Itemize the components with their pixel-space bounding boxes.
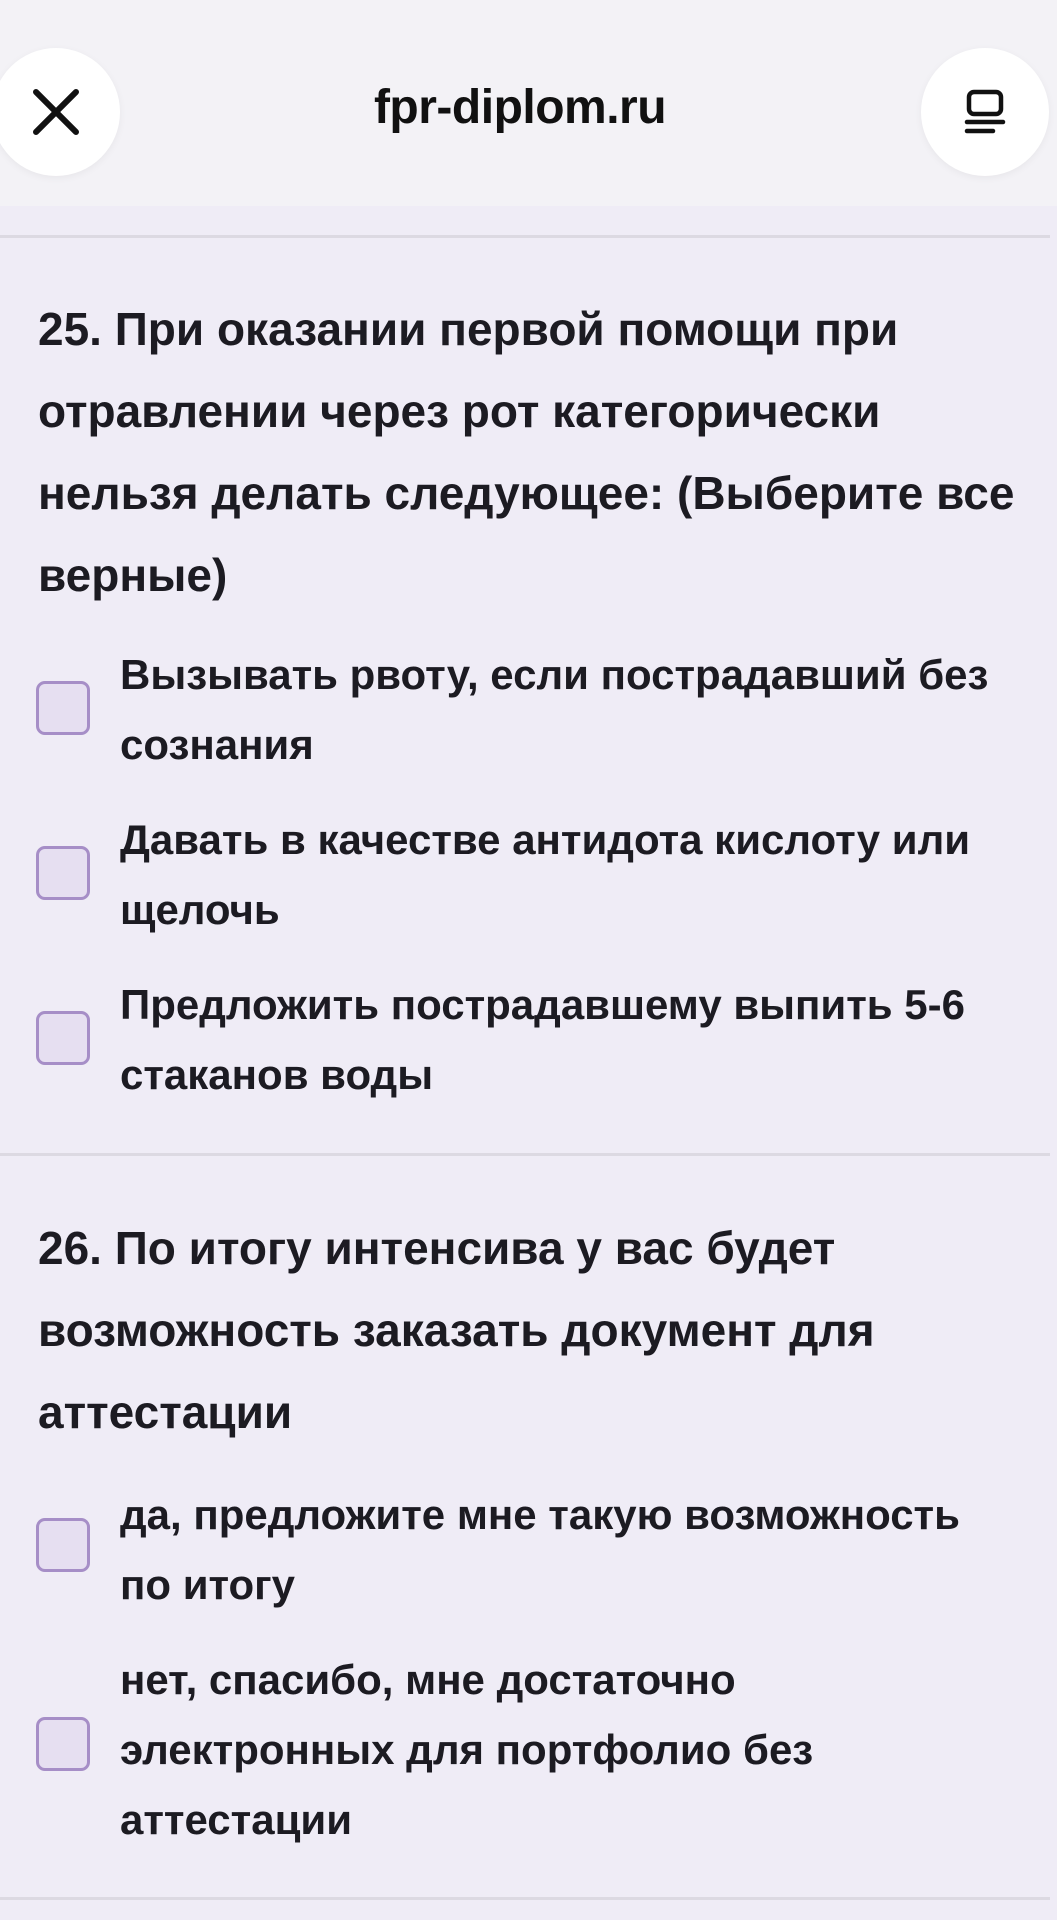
browser-top-bar: fpr-diplom.ru [0, 0, 1057, 206]
checkbox[interactable] [36, 681, 90, 735]
divider [0, 235, 1050, 238]
checkbox[interactable] [36, 1011, 90, 1065]
checkbox[interactable] [36, 1717, 90, 1771]
option-label: Предложить пострадавшему выпить 5-6 стак… [120, 981, 965, 1098]
close-icon [33, 89, 79, 135]
question-25-text: 25. При оказании первой помощи при отрав… [38, 303, 1015, 601]
reader-mode-icon [964, 89, 1006, 134]
checkbox[interactable] [36, 1518, 90, 1572]
divider [0, 1153, 1050, 1156]
site-title: fpr-diplom.ru [373, 81, 667, 134]
divider [0, 1897, 1050, 1900]
option-label: нет, спасибо, мне достаточно электронных… [120, 1656, 814, 1843]
checkbox[interactable] [36, 846, 90, 900]
question-26-text: 26. По итогу интенсива у вас будет возмо… [38, 1222, 875, 1438]
close-button[interactable] [0, 48, 120, 176]
reader-mode-button[interactable] [921, 48, 1049, 176]
option-label: Вызывать рвоту, если пострадавший без со… [120, 651, 989, 768]
option-label: да, предложите мне такую возможность по … [120, 1491, 960, 1608]
option-label: Давать в качестве антидота кислоту или щ… [120, 816, 971, 933]
